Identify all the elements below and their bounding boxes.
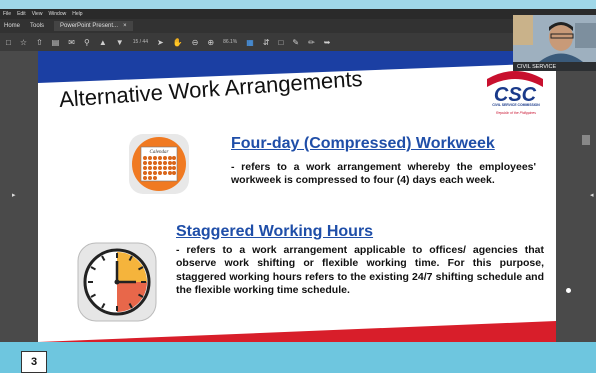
menu-file[interactable]: File: [3, 11, 11, 17]
bookmark-star-icon[interactable]: ☆: [20, 38, 27, 47]
select-cursor-icon[interactable]: ➤: [157, 38, 164, 47]
slide-number-badge: 3: [21, 351, 47, 373]
menu-window[interactable]: Window: [48, 11, 66, 17]
zoom-out-icon[interactable]: ⊖: [192, 38, 199, 47]
tab-document[interactable]: PowerPoint Present... ×: [54, 21, 133, 31]
mouse-cursor-icon: [566, 288, 571, 293]
tab-bar: Home Tools PowerPoint Present... ×: [0, 19, 596, 33]
menu-bar: File Edit View Window Help: [0, 9, 596, 19]
hand-tool-icon[interactable]: ✋: [173, 38, 183, 47]
right-pane-toggle-icon[interactable]: ◂: [590, 191, 594, 199]
calendar-label: Calendar: [150, 150, 169, 155]
toolbar: □ ☆ ⇧ ▤ ✉ ⚲ ▲ ▼ 15 / 44 ➤ ✋ ⊖ ⊕ 86.1% ▦ …: [0, 33, 596, 51]
fit-page-icon[interactable]: ▦: [246, 38, 254, 47]
section-heading-staggered-hours: Staggered Working Hours: [176, 223, 374, 240]
print-icon[interactable]: ▤: [52, 38, 60, 47]
search-icon[interactable]: ⚲: [84, 38, 90, 47]
participant-name-label: CIVIL SERVICE: [513, 62, 596, 71]
tab-tools[interactable]: Tools: [30, 23, 44, 29]
menu-view[interactable]: View: [32, 11, 43, 17]
page-current[interactable]: 15: [133, 39, 139, 45]
left-pane: ▸: [0, 51, 38, 342]
document-viewer: ▸ ◂ Alternative Work Arrangements CSC CI…: [0, 51, 596, 373]
save-icon[interactable]: □: [6, 38, 11, 47]
scrollbar-thumb[interactable]: [582, 135, 590, 145]
page-number-field[interactable]: 15 / 44: [133, 39, 148, 45]
highlight-pen-icon[interactable]: ✎: [292, 38, 299, 47]
section-heading-compressed-workweek: Four-day (Compressed) Workweek: [231, 135, 495, 152]
slide-page: Alternative Work Arrangements CSC CIVIL …: [38, 51, 556, 342]
right-pane: ◂: [556, 51, 596, 342]
share-icon[interactable]: ➥: [324, 38, 331, 47]
clock-icon: [77, 242, 157, 322]
tab-document-label: PowerPoint Present...: [60, 23, 119, 29]
zoom-in-icon[interactable]: ⊕: [207, 38, 214, 47]
section-body-compressed-workweek: - refers to a work arrangement whereby t…: [231, 161, 536, 186]
section-body-staggered-hours: - refers to a work arrangement applicabl…: [176, 244, 544, 297]
logo-caption: CIVIL SERVICE COMMISSION: [492, 103, 540, 107]
page-up-icon[interactable]: ▲: [99, 38, 107, 47]
menu-help[interactable]: Help: [72, 11, 82, 17]
comment-icon[interactable]: □: [279, 38, 284, 47]
window-title-strip: [0, 0, 596, 9]
red-banner: [38, 321, 556, 342]
page-total: / 44: [139, 39, 148, 45]
close-icon[interactable]: ×: [123, 23, 127, 29]
video-thumbnail[interactable]: CIVIL SERVICE: [513, 15, 596, 71]
menu-edit[interactable]: Edit: [17, 11, 26, 17]
zoom-level-select[interactable]: 86.1%: [223, 39, 237, 45]
calendar-icon: Calendar: [129, 134, 189, 194]
screen: File Edit View Window Help Home Tools Po…: [0, 0, 596, 373]
left-pane-toggle-icon[interactable]: ▸: [12, 191, 16, 199]
fill-sign-icon[interactable]: ✏: [308, 38, 315, 47]
tab-home[interactable]: Home: [4, 23, 20, 29]
upload-icon[interactable]: ⇧: [36, 38, 43, 47]
scroll-mode-icon[interactable]: ⇵: [263, 38, 270, 47]
participant-avatar: [513, 15, 596, 62]
logo-subcaption: Republic of the Philippines: [496, 111, 536, 115]
email-icon[interactable]: ✉: [68, 38, 75, 47]
page-down-icon[interactable]: ▼: [116, 38, 124, 47]
